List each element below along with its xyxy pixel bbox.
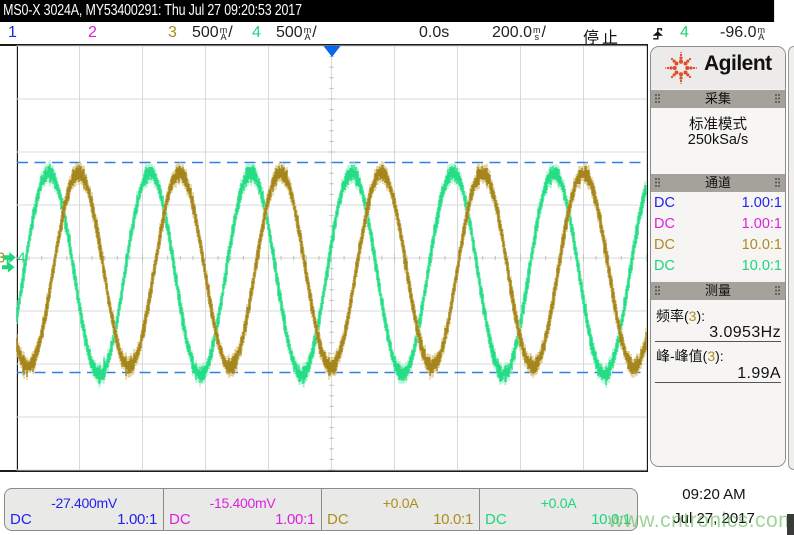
svg-text:4: 4 bbox=[18, 251, 26, 267]
